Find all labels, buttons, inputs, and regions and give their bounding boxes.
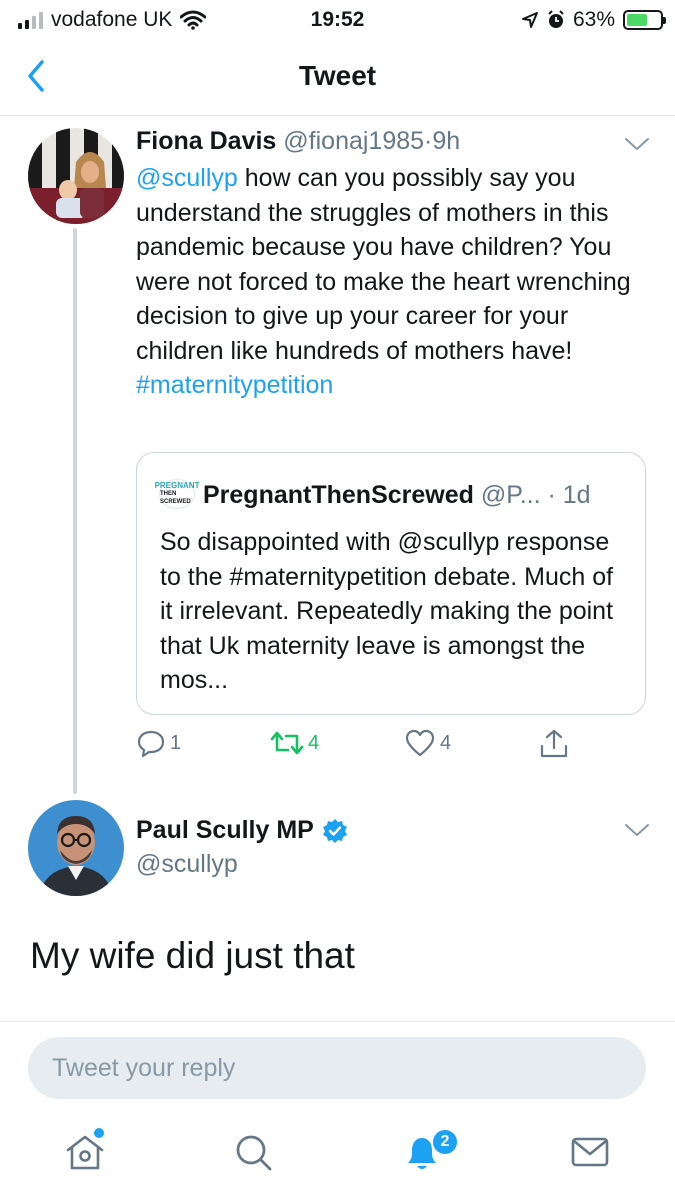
quoted-avatar: PREGNANT THEN SCREWED (155, 479, 199, 509)
chevron-down-icon[interactable] (624, 822, 650, 838)
status-bar: vodafone UK 19:52 63% (0, 0, 675, 40)
heart-icon (405, 729, 435, 757)
search-icon[interactable] (231, 1130, 275, 1174)
battery-charging-icon (623, 10, 666, 30)
logo-text-1: PREGNANT (154, 481, 200, 490)
avatar-image (28, 800, 124, 896)
reply-box (28, 1037, 646, 1099)
retweet-count: 4 (308, 731, 320, 754)
tweet-actions: 1 4 4 (136, 728, 646, 764)
quoted-text: So disappointed with @scullyp response t… (160, 528, 614, 694)
battery-level (627, 14, 648, 26)
tweet-text: @scullyp how can you possibly say you un… (136, 161, 656, 403)
nav-header: Tweet (0, 40, 675, 116)
battery-percent: 63% (572, 8, 615, 31)
home-new-indicator (94, 1128, 104, 1138)
author-name-row: Paul Scully MP (136, 816, 348, 845)
alarm-icon (548, 10, 564, 28)
author-handle[interactable]: @scullyp (136, 850, 238, 879)
logo-text-2: THEN SCREWED (160, 491, 191, 505)
share-button[interactable] (538, 728, 570, 760)
quoted-time: 1d (562, 481, 591, 509)
tweet-header: Fiona Davis @fionaj1985·9h (136, 127, 460, 156)
tweet-body: how can you possibly say you understand … (136, 164, 631, 365)
page-title: Tweet (298, 60, 377, 91)
separator-dot: · (547, 481, 556, 509)
tweet-time: 9h (432, 127, 461, 155)
avatar[interactable] (28, 800, 124, 896)
author-name[interactable]: Fiona Davis (136, 127, 276, 155)
avatar-image (28, 128, 124, 224)
thread-line (73, 228, 77, 794)
reply-icon (137, 730, 165, 758)
share-icon (540, 729, 568, 758)
reply-input[interactable] (28, 1037, 646, 1099)
hashtag-link[interactable]: #maternitypetition (136, 371, 333, 399)
quoted-tweet[interactable]: PREGNANT THEN SCREWED PregnantThenScrewe… (136, 452, 646, 715)
reply-count: 1 (170, 731, 182, 754)
author-handle[interactable]: @fionaj1985 (283, 127, 424, 155)
avatar[interactable] (28, 128, 124, 224)
mention-link[interactable]: @scullyp (136, 164, 238, 192)
mail-icon[interactable] (568, 1130, 612, 1174)
like-count: 4 (440, 731, 452, 754)
retweet-button[interactable]: 4 (270, 728, 319, 758)
quoted-author-name: PregnantThenScrewed (203, 481, 474, 509)
chevron-down-icon[interactable] (624, 136, 650, 152)
status-right: 63% (521, 8, 666, 32)
author-name[interactable]: Paul Scully MP (136, 816, 314, 845)
verified-badge-icon (322, 818, 347, 843)
quoted-author-handle: @P... (480, 481, 541, 509)
quoted-header: PregnantThenScrewed @P... · 1d (203, 481, 591, 510)
tweet-text: My wife did just that (30, 935, 355, 976)
reply-button[interactable]: 1 (136, 728, 181, 758)
location-icon (521, 12, 538, 28)
divider (0, 1021, 675, 1022)
notifications-badge: 2 (431, 1128, 459, 1156)
like-button[interactable]: 4 (404, 728, 451, 758)
retweet-icon (270, 731, 304, 755)
